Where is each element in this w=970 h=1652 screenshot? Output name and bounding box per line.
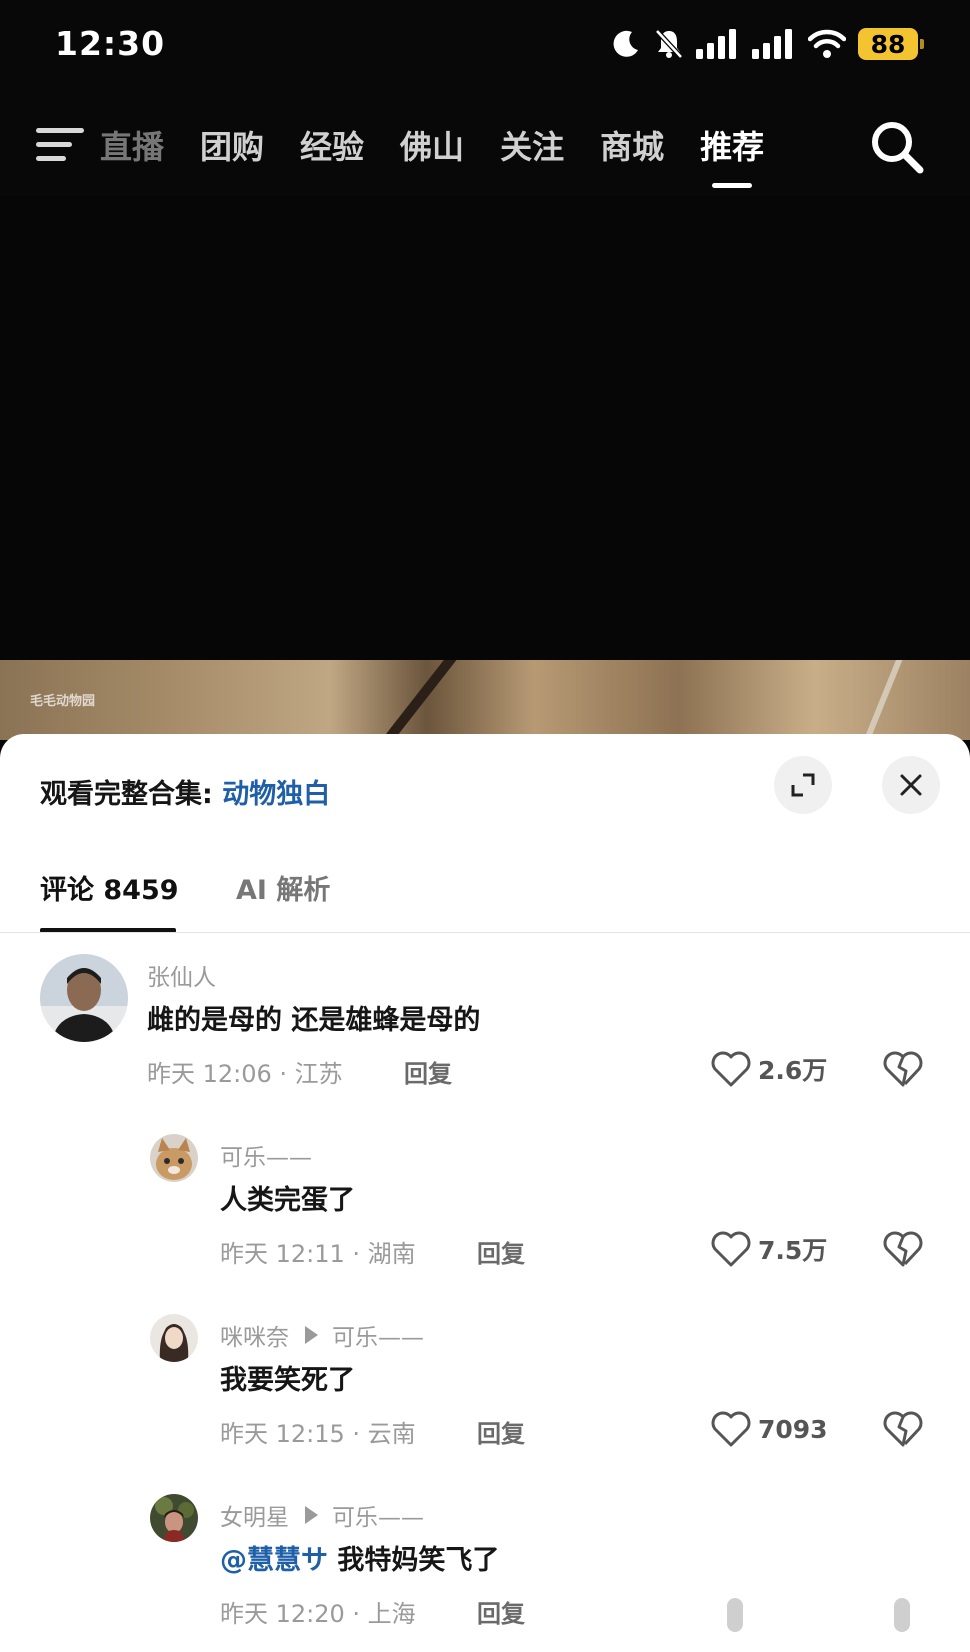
nav-tab-recommend[interactable]: 推荐 [700, 122, 765, 188]
comment-item: 张仙人 雌的是母的 还是雄蜂是母的 昨天 12:06 · 江苏 回复 2.6万 [0, 954, 970, 1114]
nav-tab-live[interactable]: 直播 [100, 122, 164, 170]
broken-heart-icon [883, 1051, 923, 1087]
scroll-hint [727, 1598, 743, 1632]
signal-icon [696, 29, 740, 59]
nav-tab-following[interactable]: 关注 [500, 122, 564, 170]
reply-button[interactable]: 回复 [477, 1594, 525, 1629]
heart-icon [711, 1231, 751, 1267]
status-time: 12:30 [55, 24, 166, 63]
like-count: 7.5万 [758, 1236, 828, 1265]
reply-button[interactable]: 回复 [477, 1414, 525, 1449]
nav-tab-mall[interactable]: 商城 [600, 122, 664, 170]
avatar[interactable] [150, 1314, 198, 1362]
mention-link[interactable]: @慧慧サ [220, 1545, 328, 1576]
broken-heart-icon [883, 1411, 923, 1447]
video-player[interactable] [0, 196, 970, 660]
reply-button[interactable]: 回复 [477, 1234, 525, 1269]
comment-author-line: 咪咪奈 可乐—— [220, 1318, 424, 1352]
comment-text: 我要笑死了 [220, 1365, 355, 1396]
comment-meta: 昨天 12:20 · 上海 [220, 1600, 416, 1628]
heart-icon [711, 1051, 751, 1087]
nav-tab-experience[interactable]: 经验 [300, 122, 364, 170]
close-icon [900, 774, 922, 796]
menu-icon[interactable] [36, 124, 88, 166]
wifi-icon [808, 29, 846, 59]
comment-text-body: 我特妈笑飞了 [328, 1545, 500, 1576]
broken-heart-icon [883, 1231, 923, 1267]
collection-prefix: 观看完整合集: [40, 779, 223, 810]
nav-tab-foshan[interactable]: 佛山 [400, 122, 464, 170]
video-watermark: 毛毛动物园 [30, 694, 96, 709]
heart-icon [711, 1411, 751, 1447]
like-button[interactable]: 7.5万 [710, 1230, 827, 1268]
scroll-hint [894, 1598, 910, 1632]
dislike-button[interactable] [882, 1230, 924, 1272]
nav-tabs: 直播 团购 经验 佛山 关注 商城 推荐 [100, 122, 800, 188]
tab-ai-analysis[interactable]: AI 解析 [236, 868, 330, 907]
reply-item: 女明星 可乐—— @慧慧サ 我特妈笑飞了 昨天 12:20 · 上海 回复 [0, 1494, 970, 1652]
avatar[interactable] [150, 1134, 198, 1182]
expand-button[interactable] [774, 756, 832, 814]
tab-comments[interactable]: 评论 8459 [40, 868, 179, 907]
video-frame [0, 660, 970, 740]
comment-text: 雌的是母的 还是雄蜂是母的 [147, 1005, 481, 1036]
reply-item: 可乐—— 人类完蛋了 昨天 12:11 · 湖南 回复 7.5万 [0, 1134, 970, 1294]
battery-level: 88 [870, 29, 906, 59]
mute-bell-icon [654, 28, 684, 60]
nav-tab-recommend-label: 推荐 [700, 128, 765, 166]
comment-sheet: 观看完整合集: 动物独白 评论 8459 AI 解析 张仙人 雌的是母的 还是雄… [0, 734, 970, 1652]
comment-author[interactable]: 女明星 [220, 1498, 289, 1532]
reply-arrow-icon [305, 1326, 318, 1344]
battery-icon: 88 [858, 28, 924, 60]
comment-text: 人类完蛋了 [220, 1185, 355, 1216]
comment-meta: 昨天 12:11 · 湖南 [220, 1240, 416, 1268]
close-button[interactable] [882, 756, 940, 814]
like-count: 2.6万 [758, 1056, 828, 1085]
reply-item: 咪咪奈 可乐—— 我要笑死了 昨天 12:15 · 云南 回复 7093 [0, 1314, 970, 1474]
dislike-button[interactable] [882, 1050, 924, 1092]
nav-tab-groupbuy[interactable]: 团购 [200, 122, 264, 170]
comment-text: @慧慧サ 我特妈笑飞了 [220, 1538, 499, 1577]
signal-icon [752, 29, 796, 59]
moon-icon [610, 28, 642, 60]
like-button[interactable]: 7093 [710, 1410, 828, 1448]
reply-target[interactable]: 可乐—— [332, 1318, 424, 1352]
expand-icon [791, 773, 815, 797]
collection-link[interactable]: 观看完整合集: 动物独白 [40, 772, 330, 811]
reply-arrow-icon [305, 1506, 318, 1524]
status-icons: 88 [610, 26, 924, 62]
comment-author[interactable]: 可乐—— [220, 1138, 312, 1172]
active-tab-indicator [712, 183, 753, 188]
comment-meta: 昨天 12:15 · 云南 [220, 1420, 416, 1448]
avatar[interactable] [150, 1494, 198, 1542]
status-bar: 12:30 88 [0, 0, 970, 92]
like-count: 7093 [758, 1414, 828, 1444]
top-nav: 直播 团购 经验 佛山 关注 商城 推荐 [0, 106, 970, 196]
comment-meta: 昨天 12:06 · 江苏 [147, 1060, 343, 1088]
collection-name[interactable]: 动物独白 [222, 779, 330, 810]
comment-author[interactable]: 咪咪奈 [220, 1318, 289, 1352]
comment-author[interactable]: 张仙人 [147, 958, 216, 992]
search-icon[interactable] [868, 118, 928, 178]
dislike-button[interactable] [882, 1410, 924, 1452]
reply-button[interactable]: 回复 [404, 1054, 452, 1089]
reply-target[interactable]: 可乐—— [332, 1498, 424, 1532]
avatar[interactable] [40, 954, 128, 1042]
like-button[interactable]: 2.6万 [710, 1050, 827, 1088]
comment-author-line: 女明星 可乐—— [220, 1498, 424, 1532]
divider [0, 932, 970, 933]
